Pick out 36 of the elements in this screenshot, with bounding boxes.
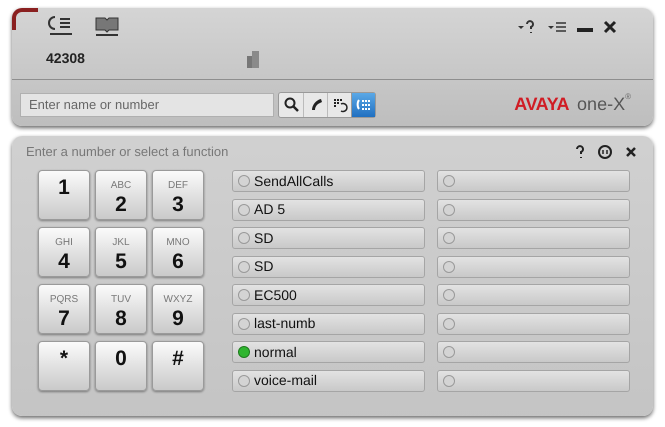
dial-key[interactable]: DEF 3	[152, 170, 204, 220]
product-logo: one-X	[577, 94, 626, 116]
help-icon[interactable]	[575, 145, 585, 159]
keypad-view-button[interactable]	[351, 92, 375, 116]
corner-accent	[12, 8, 38, 30]
dial-key[interactable]: PQRS 7	[38, 284, 90, 334]
feature-button[interactable]: normal	[232, 341, 425, 363]
feature-button[interactable]: AD 5	[232, 198, 425, 220]
feature-button[interactable]: EC500	[232, 284, 425, 306]
feature-button[interactable]: SD	[232, 227, 425, 249]
dial-key[interactable]: *	[38, 340, 90, 391]
speaker-icon[interactable]	[597, 144, 613, 160]
close-icon[interactable]	[603, 20, 617, 34]
dial-key[interactable]: TUV 8	[95, 284, 147, 334]
feature-button[interactable]: voice-mail	[232, 370, 425, 392]
registered-mark: ®	[625, 91, 631, 103]
search-field[interactable]: Enter name or number	[20, 92, 274, 116]
feature-button[interactable]: last-numb	[232, 312, 425, 334]
dial-key[interactable]: MNO 6	[152, 226, 204, 277]
close-icon[interactable]	[625, 146, 637, 158]
menu-icon[interactable]	[547, 20, 567, 34]
help-menu-icon[interactable]	[517, 20, 537, 34]
feature-button[interactable]: SD	[232, 256, 425, 278]
extension-number: 42308	[46, 49, 86, 68]
dial-key[interactable]: ABC 2	[95, 170, 147, 220]
search-icon	[283, 96, 299, 114]
dial-key[interactable]: 0	[95, 340, 147, 391]
dial-key[interactable]: 1	[38, 170, 90, 220]
feature-button[interactable]: SendAllCalls	[232, 170, 425, 192]
dial-key[interactable]: JKL 5	[95, 226, 147, 277]
building-icon	[246, 50, 260, 68]
brand-logo: AVAYA	[514, 93, 570, 116]
dial-key[interactable]: GHI 4	[38, 226, 90, 277]
dial-prompt: Enter a number or select a function	[26, 143, 228, 162]
dial-key[interactable]: #	[152, 340, 204, 391]
dial-key[interactable]: WXYZ 9	[152, 284, 204, 334]
